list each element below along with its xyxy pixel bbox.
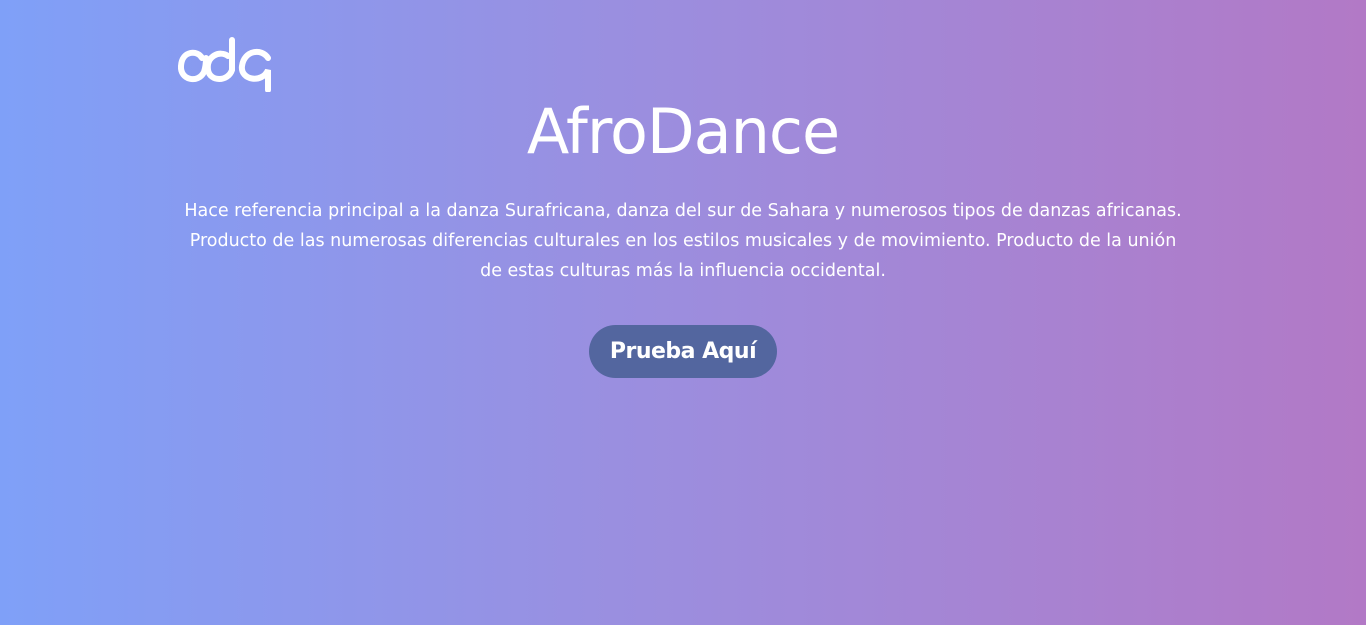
hero-description: Hace referencia principal a la danza Sur… bbox=[184, 201, 1182, 281]
ada-logo-icon[interactable] bbox=[176, 36, 276, 93]
try-here-button[interactable]: Prueba Aquí bbox=[589, 325, 777, 378]
page-title: AfroDance bbox=[526, 95, 840, 168]
